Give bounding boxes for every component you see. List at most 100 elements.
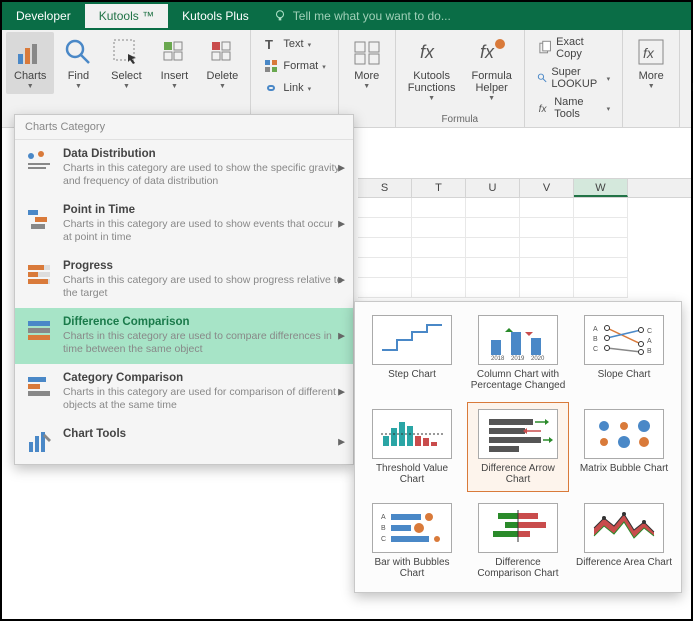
link-icon [263,80,279,96]
select-icon [110,36,142,68]
svg-text:B: B [647,348,652,355]
insert-icon [158,36,190,68]
col-header[interactable]: S [358,179,412,197]
menu-chart-tools[interactable]: Chart Tools ▶ [15,420,353,464]
exact-copy-button[interactable]: Exact Copy [533,34,614,62]
charts-button[interactable]: Charts▼ [6,32,54,94]
category-comparison-icon [25,372,53,400]
lookup-icon [537,70,548,86]
difference-comparison-icon [25,316,53,344]
chart-difference-arrow[interactable]: Difference Arrow Chart [467,402,569,492]
svg-text:B: B [593,336,598,343]
diff-area-icon [589,508,659,548]
insert-button[interactable]: Insert▼ [150,32,198,94]
name-tools-icon: fx [537,100,550,116]
svg-text:fx: fx [538,104,547,115]
text-button[interactable]: TText ▾ [259,34,329,54]
text-icon: T [263,36,279,52]
rerun-button[interactable]: Re-run last utili [684,32,693,98]
progress-icon [25,260,53,288]
delete-icon [206,36,238,68]
difference-comparison-submenu: Step Chart 201820192020 Column Chart wit… [354,301,682,593]
menu-progress[interactable]: ProgressCharts in this category are used… [15,252,353,308]
diff-arrow-icon [483,414,553,454]
chevron-right-icon: ▶ [338,331,345,342]
matrix-bubble-icon [589,414,659,454]
chart-step[interactable]: Step Chart [361,308,463,398]
tab-kutools[interactable]: Kutools ™ [85,4,168,28]
select-button[interactable]: Select▼ [102,32,150,94]
chevron-right-icon: ▶ [338,275,345,286]
chart-tools-icon [25,428,53,456]
fx-box-icon: fx [635,36,667,68]
copy-icon [537,40,552,56]
chart-threshold[interactable]: Threshold Value Chart [361,402,463,492]
tab-developer[interactable]: Developer [2,4,85,28]
tell-me-search[interactable]: Tell me what you want to do... [273,9,451,23]
threshold-icon [377,414,447,454]
super-lookup-button[interactable]: Super LOOKUP ▾ [533,64,614,92]
svg-text:fx: fx [643,45,655,61]
charts-dropdown-panel: Charts Category Data DistributionCharts … [14,114,354,465]
svg-text:2018: 2018 [491,356,505,360]
svg-text:2019: 2019 [511,356,525,360]
menu-difference-comparison[interactable]: Difference ComparisonCharts in this cate… [15,308,353,364]
format-button[interactable]: Format ▾ [259,56,329,76]
bar-bubbles-icon: ABC [377,508,447,548]
svg-text:C: C [647,328,652,335]
more1-button[interactable]: More▼ [343,32,391,94]
menu-category-comparison[interactable]: Category ComparisonCharts in this catego… [15,364,353,420]
svg-text:B: B [381,525,386,532]
menu-data-distribution[interactable]: Data DistributionCharts in this category… [15,140,353,196]
chart-column-percentage[interactable]: 201820192020 Column Chart with Percentag… [467,308,569,398]
chart-bar-bubbles[interactable]: ABC Bar with Bubbles Chart [361,496,463,586]
chart-diff-area[interactable]: Difference Area Chart [573,496,675,586]
link-button[interactable]: Link ▾ [259,78,329,98]
menu-point-in-time[interactable]: Point in TimeCharts in this category are… [15,196,353,252]
diff-comp-icon [483,508,553,548]
formula-helper-button[interactable]: fx Formula Helper▼ [463,32,519,106]
chevron-right-icon: ▶ [338,219,345,230]
kutools-functions-button[interactable]: fx Kutools Functions▼ [400,32,464,106]
svg-text:C: C [381,536,386,543]
data-distribution-icon [25,148,53,176]
find-button[interactable]: Find▼ [54,32,102,94]
col-header[interactable]: T [412,179,466,197]
tab-kutools-plus[interactable]: Kutools Plus [168,4,263,28]
svg-text:A: A [647,338,652,345]
chevron-right-icon: ▶ [338,387,345,398]
column-pct-icon: 2018 2019 2020 [483,320,553,360]
find-icon [62,36,94,68]
group-label-rerun: Rerun [680,114,693,125]
panel-header: Charts Category [15,115,353,140]
name-tools-button[interactable]: fxName Tools ▾ [533,94,614,122]
more-icon [351,36,383,68]
svg-text:fx: fx [480,42,495,62]
chart-slope[interactable]: ABCCAB Slope Chart [573,308,675,398]
fx-icon: fx [416,36,448,68]
point-in-time-icon [25,204,53,232]
slope-chart-icon: ABCCAB [589,320,659,360]
step-chart-icon [377,320,447,360]
col-header[interactable]: W [574,179,628,197]
svg-text:fx: fx [420,42,435,62]
delete-button[interactable]: Delete▼ [198,32,246,94]
svg-text:T: T [265,37,273,52]
svg-text:2020: 2020 [531,356,545,360]
svg-text:C: C [593,346,598,353]
svg-text:A: A [593,326,598,333]
format-icon [263,58,279,74]
chart-matrix-bubble[interactable]: Matrix Bubble Chart [573,402,675,492]
formula-helper-icon: fx [476,36,508,68]
svg-text:A: A [381,514,386,521]
col-header[interactable]: V [520,179,574,197]
chevron-right-icon: ▶ [338,437,345,448]
charts-icon [14,36,46,68]
group-label-formula: Formula [396,114,524,125]
title-bar: Developer Kutools ™ Kutools Plus Tell me… [2,2,691,30]
chart-diff-comparison[interactable]: Difference Comparison Chart [467,496,569,586]
column-headers: S T U V W [358,178,691,198]
chevron-right-icon: ▶ [338,163,345,174]
more2-button[interactable]: fx More▼ [627,32,675,94]
col-header[interactable]: U [466,179,520,197]
